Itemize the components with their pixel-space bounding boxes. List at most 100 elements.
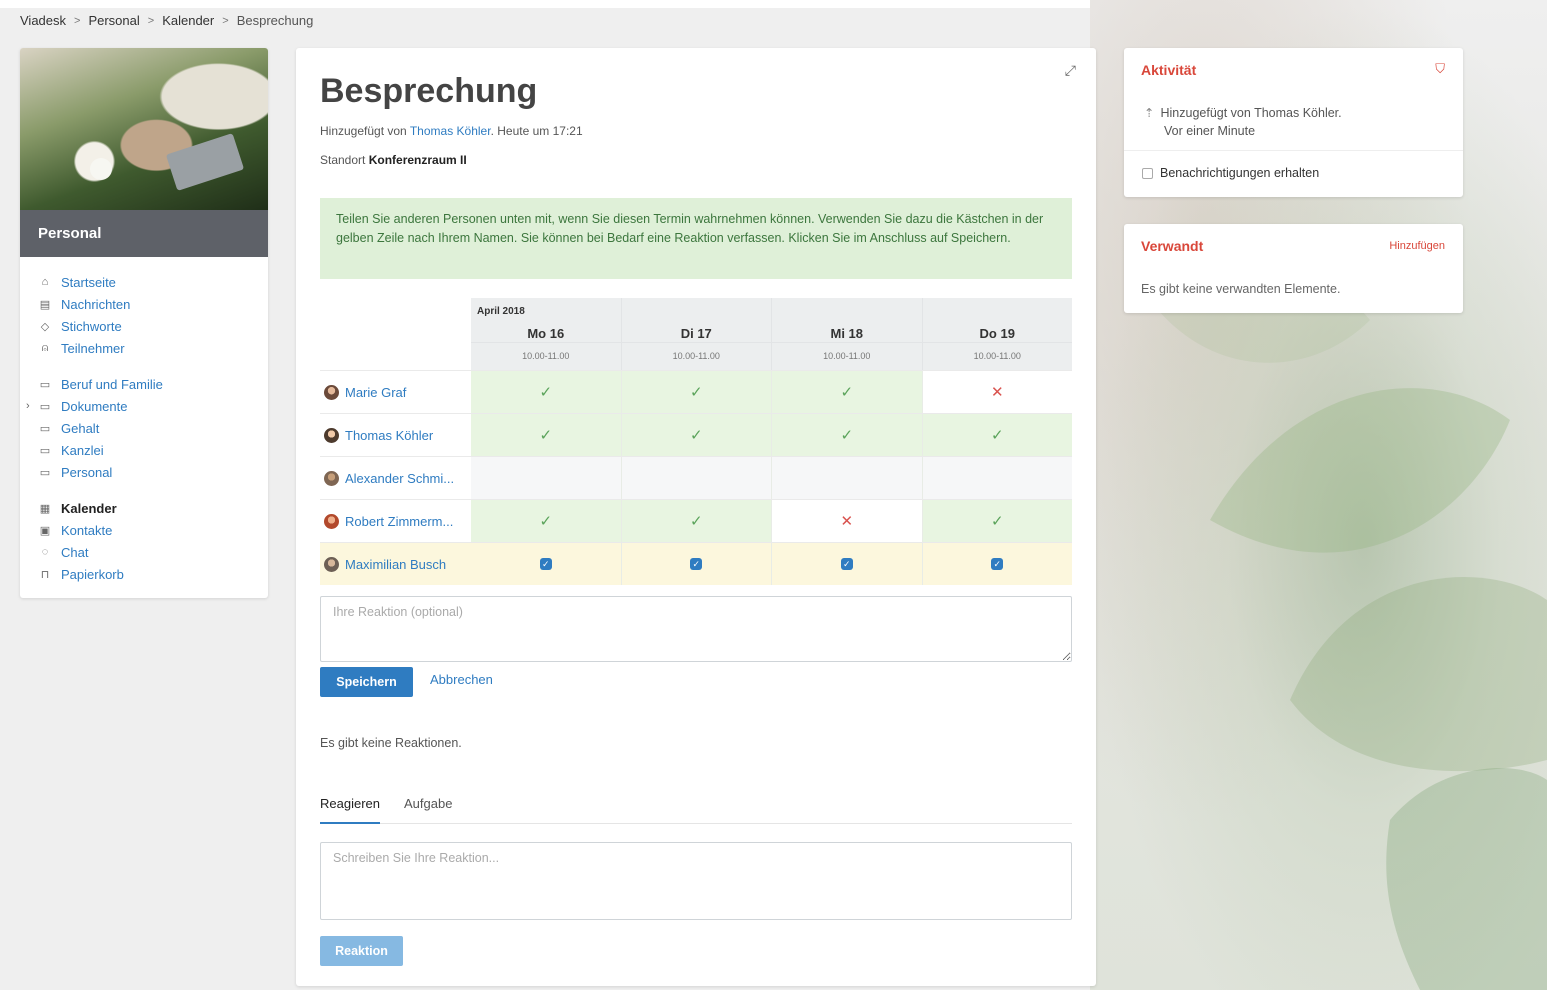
- contacts-icon: ▣: [39, 524, 51, 537]
- availability-cell: [471, 457, 621, 499]
- avatar: [324, 384, 339, 400]
- tab-aufgabe[interactable]: Aufgabe: [404, 794, 452, 824]
- avatar: [324, 556, 339, 572]
- avatar: [324, 470, 339, 486]
- availability-cell[interactable]: ✓: [471, 543, 621, 585]
- group-title[interactable]: Personal: [20, 210, 268, 257]
- breadcrumb-kalender[interactable]: Kalender: [162, 13, 214, 28]
- tab-reagieren[interactable]: Reagieren: [320, 794, 380, 824]
- check-icon: ✓: [840, 427, 854, 444]
- bookmark-icon[interactable]: ⛉: [1435, 61, 1445, 77]
- availability-cell[interactable]: ✓: [771, 543, 922, 585]
- cross-icon: ✕: [840, 513, 854, 530]
- related-empty-text: Es gibt keine verwandten Elemente.: [1141, 282, 1341, 296]
- day-time: 10.00-11.00: [672, 351, 720, 361]
- event-location: Standort Konferenzraum II: [320, 153, 467, 167]
- availability-cell: ✓: [471, 371, 621, 413]
- cover-laptop-shape: [165, 133, 245, 191]
- sidebar-item-nachrichten[interactable]: ▤ Nachrichten: [38, 293, 250, 315]
- day-time: 10.00-11.00: [973, 351, 1021, 361]
- chevron-right-icon: >: [74, 14, 81, 27]
- folder-icon: ▭: [39, 378, 51, 391]
- day-divider: [922, 342, 1072, 343]
- sidebar-item-label: Papierkorb: [61, 566, 124, 582]
- reaction-tabs: Reagieren Aufgabe: [320, 794, 1072, 824]
- notify-checkbox[interactable]: Benachrichtigungen erhalten: [1142, 166, 1319, 180]
- sidebar-item-teilnehmer[interactable]: ⍝ Teilnehmer: [38, 337, 250, 359]
- nav-group-folders: ▭ Beruf und Familie › ▭ Dokumente ▭ Gehalt ▭…: [26, 373, 250, 483]
- sidebar-item-label: Gehalt: [61, 420, 100, 436]
- calendar-icon: ▦: [39, 502, 51, 515]
- availability-cell[interactable]: ✓: [921, 543, 1072, 585]
- folder-icon: ▭: [39, 400, 51, 413]
- avatar: [324, 513, 339, 529]
- checkbox-checked-icon[interactable]: ✓: [539, 558, 552, 570]
- event-meta: Hinzugefügt von Thomas Köhler. Heute um …: [320, 124, 583, 138]
- activity-entry-text: Hinzugefügt von Thomas Köhler.: [1160, 106, 1342, 120]
- availability-cell: [921, 457, 1072, 499]
- checkbox-checked-icon[interactable]: ✓: [840, 558, 853, 570]
- save-button[interactable]: Speichern: [320, 667, 413, 697]
- info-alert: Teilen Sie anderen Personen unten mit, w…: [320, 198, 1072, 279]
- participant-cell[interactable]: Marie Graf: [320, 371, 471, 413]
- sidebar-item-chat[interactable]: ◌ Chat: [38, 541, 250, 563]
- sidebar-item-papierkorb[interactable]: ⊓ Papierkorb: [38, 563, 250, 585]
- sidebar-item-beruf-und-familie[interactable]: ▭ Beruf und Familie: [38, 373, 250, 395]
- reaction-input[interactable]: [320, 596, 1072, 662]
- sidebar-item-label: Beruf und Familie: [61, 376, 163, 392]
- day-time: 10.00-11.00: [522, 351, 570, 361]
- submit-reaction-button[interactable]: Reaktion: [320, 936, 403, 966]
- cancel-button[interactable]: Abbrechen: [430, 672, 493, 687]
- sidebar-item-stichworte[interactable]: ◇ Stichworte: [38, 315, 250, 337]
- table-row: Thomas Köhler ✓ ✓ ✓ ✓: [320, 413, 1072, 456]
- comment-input[interactable]: [320, 842, 1072, 920]
- activity-title: Aktivität: [1141, 62, 1197, 78]
- participant-name: Robert Zimmerm...: [345, 513, 454, 529]
- related-title: Verwandt: [1141, 238, 1204, 254]
- sidebar-item-label: Startseite: [61, 274, 116, 290]
- breadcrumb-personal[interactable]: Personal: [88, 13, 139, 28]
- sidebar-item-gehalt[interactable]: ▭ Gehalt: [38, 417, 250, 439]
- participant-cell[interactable]: Maximilian Busch: [320, 543, 471, 585]
- availability-cell[interactable]: ✓: [620, 543, 771, 585]
- author-link[interactable]: Thomas Köhler: [410, 124, 491, 138]
- checkbox-icon[interactable]: [1142, 167, 1153, 179]
- check-icon: ✓: [689, 513, 703, 530]
- participant-cell[interactable]: Robert Zimmerm...: [320, 500, 471, 542]
- folder-icon: ▭: [39, 422, 51, 435]
- sidebar-nav: ⌂ Startseite ▤ Nachrichten ◇ Stichworte ⍝ Te…: [20, 257, 268, 585]
- checkbox-checked-icon[interactable]: ✓: [991, 558, 1004, 570]
- chat-icon: ◌: [41, 546, 49, 558]
- add-related-link[interactable]: Hinzufügen: [1389, 240, 1445, 252]
- check-icon: ✓: [539, 427, 553, 444]
- chevron-right-icon[interactable]: ›: [26, 400, 30, 412]
- activity-panel: Aktivität ⛉ ⇡ Hinzugefügt von Thomas Köhl…: [1124, 48, 1463, 197]
- participant-name: Maximilian Busch: [345, 556, 447, 572]
- sidebar-item-dokumente[interactable]: › ▭ Dokumente: [26, 395, 250, 417]
- availability-cell: ✓: [620, 500, 771, 542]
- participant-name: Alexander Schmi...: [345, 470, 455, 486]
- check-icon: ✓: [539, 513, 553, 530]
- sidebar-item-personal[interactable]: ▭ Personal: [38, 461, 250, 483]
- sidebar: Personal ⌂ Startseite ▤ Nachrichten ◇ Stich…: [20, 48, 268, 598]
- sidebar-item-kalender[interactable]: ▦ Kalender: [38, 497, 250, 519]
- day-column: Mi 18 10.00-11.00: [771, 298, 922, 370]
- sidebar-item-kontakte[interactable]: ▣ Kontakte: [38, 519, 250, 541]
- day-name: Mo 16: [527, 326, 565, 341]
- home-icon: ⌂: [41, 276, 49, 288]
- table-row: Maximilian Busch ✓ ✓ ✓ ✓: [320, 542, 1072, 585]
- grid-rows: Marie Graf ✓ ✓ ✓ ✕ Thomas Köhler ✓ ✓ ✓ ✓ Alexander…: [320, 370, 1072, 585]
- participant-cell[interactable]: Alexander Schmi...: [320, 457, 471, 499]
- notify-label: Benachrichtigungen erhalten: [1160, 166, 1320, 180]
- checkbox-checked-icon[interactable]: ✓: [690, 558, 703, 570]
- availability-cell: ✓: [471, 414, 621, 456]
- availability-cell: ✓: [771, 414, 922, 456]
- sidebar-item-kanzlei[interactable]: ▭ Kanzlei: [38, 439, 250, 461]
- participant-cell[interactable]: Thomas Köhler: [320, 414, 471, 456]
- availability-grid: April 2018 Mo 16 10.00-11.00 Di 17 10.00-1…: [320, 298, 1072, 585]
- expand-icon[interactable]: ⤢: [1065, 62, 1076, 79]
- sidebar-item-startseite[interactable]: ⌂ Startseite: [38, 271, 250, 293]
- nav-group-tools: ▦ Kalender ▣ Kontakte ◌ Chat ⊓ Papierkorb: [38, 497, 250, 585]
- breadcrumb-viadesk[interactable]: Viadesk: [20, 13, 66, 28]
- check-icon: ✓: [990, 427, 1004, 444]
